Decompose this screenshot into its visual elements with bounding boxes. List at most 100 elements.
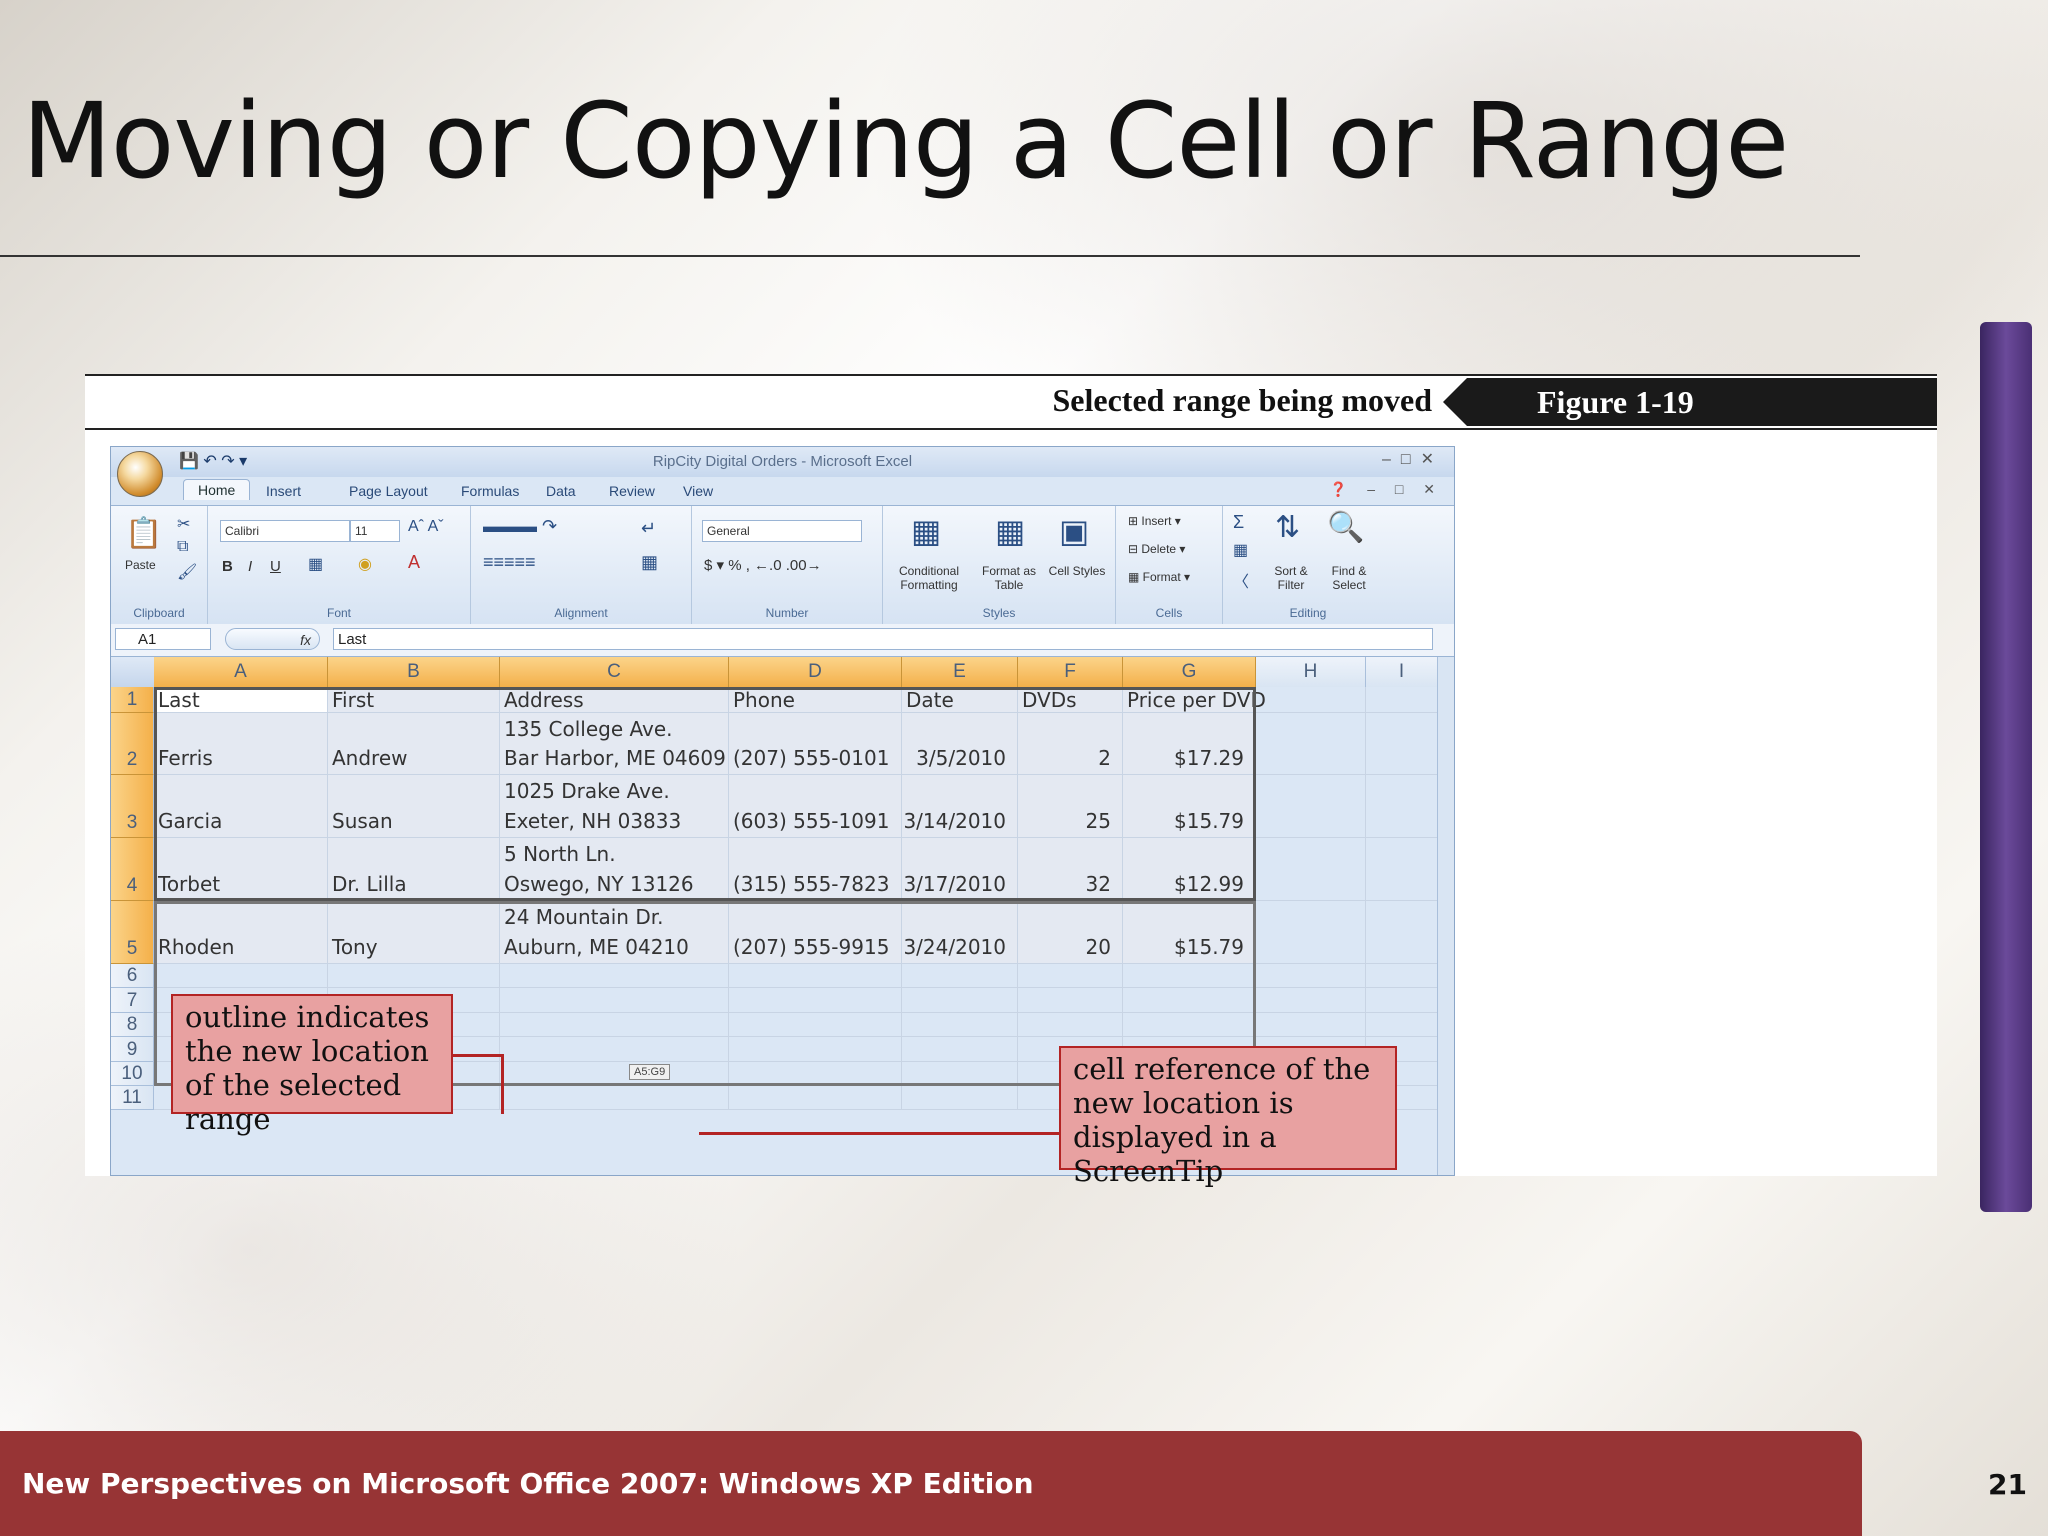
paste-label[interactable]: Paste <box>125 558 156 572</box>
office-button-icon[interactable] <box>117 451 163 497</box>
underline-icon[interactable]: U <box>270 558 281 575</box>
tab-insert[interactable]: Insert <box>266 483 301 499</box>
fill-icon[interactable]: ▦ <box>1233 540 1248 560</box>
align-left-icon[interactable]: ≡≡≡≡≡ <box>483 552 536 573</box>
cell-styles-icon[interactable]: ▣ <box>1059 512 1089 550</box>
window-controls[interactable]: –□✕ <box>1382 449 1444 469</box>
select-all-corner[interactable] <box>111 657 155 687</box>
help-icon[interactable]: ❓ – □ ✕ <box>1330 481 1443 498</box>
number-format-select[interactable]: General <box>702 520 862 542</box>
cell-i8[interactable] <box>1366 1013 1438 1037</box>
group-styles: ▦ ▦ ▣ Conditional Formatting Format as T… <box>883 506 1116 624</box>
insert-function-button[interactable]: fx <box>225 628 320 650</box>
clear-icon[interactable]: 〈 <box>1233 568 1249 592</box>
find-select-icon[interactable]: 🔍 <box>1327 510 1364 545</box>
callout-screentip: cell reference of the new location is di… <box>1059 1046 1397 1188</box>
fill-color-icon[interactable]: ◉ <box>358 554 372 574</box>
find-select-button[interactable]: Find & Select <box>1321 564 1377 592</box>
row-header-6[interactable]: 6 <box>111 964 154 988</box>
cell-e11[interactable] <box>902 1086 1018 1110</box>
cell-h8[interactable] <box>1256 1013 1366 1037</box>
insert-cells-button[interactable]: ⊞ Insert ▾ <box>1128 514 1181 528</box>
cell-h5[interactable] <box>1256 901 1366 964</box>
formula-input[interactable]: Last <box>333 628 1433 650</box>
format-cells-button[interactable]: ▦ Format ▾ <box>1128 570 1190 584</box>
cell-i6[interactable] <box>1366 964 1438 988</box>
column-header-d[interactable]: D <box>729 657 902 687</box>
font-name-select[interactable]: Calibri <box>220 520 350 542</box>
conditional-formatting-button[interactable]: Conditional Formatting <box>889 564 969 592</box>
paste-icon[interactable]: 📋 <box>125 516 162 551</box>
cell-d11[interactable] <box>729 1086 902 1110</box>
cell-i5[interactable] <box>1366 901 1438 964</box>
align-top-icon[interactable]: ▬▬▬ ↷ <box>483 516 557 537</box>
cell-h6[interactable] <box>1256 964 1366 988</box>
cell-i4[interactable] <box>1366 838 1438 901</box>
cell-i3[interactable] <box>1366 775 1438 838</box>
cell-h4[interactable] <box>1256 838 1366 901</box>
column-header-g[interactable]: G <box>1123 657 1256 687</box>
group-label-cells: Cells <box>1155 606 1183 620</box>
column-header-b[interactable]: B <box>328 657 500 687</box>
name-box[interactable]: A1 <box>115 628 211 650</box>
cell-c11[interactable] <box>500 1086 729 1110</box>
merge-center-icon[interactable]: ▦ <box>641 552 658 573</box>
row-header-8[interactable]: 8 <box>111 1013 154 1037</box>
wrap-text-icon[interactable]: ↵ <box>641 518 656 539</box>
tab-review[interactable]: Review <box>609 483 655 499</box>
column-header-e[interactable]: E <box>902 657 1018 687</box>
sort-filter-button[interactable]: Sort & Filter <box>1263 564 1319 592</box>
cell-i7[interactable] <box>1366 988 1438 1013</box>
slide-footer: New Perspectives on Microsoft Office 200… <box>0 1431 1862 1536</box>
delete-cells-button[interactable]: ⊟ Delete ▾ <box>1128 542 1185 556</box>
group-label-styles: Styles <box>982 606 1016 620</box>
font-size-select[interactable]: 11 <box>350 520 400 542</box>
tab-view[interactable]: View <box>683 483 713 499</box>
font-color-icon[interactable]: A <box>408 552 420 573</box>
row-header-3[interactable]: 3 <box>111 775 154 838</box>
column-header-h[interactable]: H <box>1256 657 1366 687</box>
row-header-4[interactable]: 4 <box>111 838 154 901</box>
tab-home[interactable]: Home <box>183 479 251 500</box>
cell-h1[interactable] <box>1256 687 1366 713</box>
grow-font-icon[interactable]: Aˆ Aˇ <box>408 518 444 536</box>
tab-data[interactable]: Data <box>546 483 576 499</box>
figure-label-arrow <box>1443 378 1467 426</box>
row-header-1[interactable]: 1 <box>111 687 154 713</box>
cell-h2[interactable] <box>1256 713 1366 775</box>
group-alignment: ▬▬▬ ↷ ≡≡≡≡≡ ↵ ▦ Alignment <box>471 506 692 624</box>
conditional-formatting-icon[interactable]: ▦ <box>911 512 941 550</box>
row-header-2[interactable]: 2 <box>111 713 154 775</box>
row-header-10[interactable]: 10 <box>111 1062 154 1086</box>
selected-range-outline <box>154 687 1256 901</box>
format-as-table-button[interactable]: Format as Table <box>977 564 1041 592</box>
borders-icon[interactable]: ▦ <box>308 554 323 574</box>
format-painter-icon[interactable]: 🖌 <box>177 562 197 582</box>
sort-filter-icon[interactable]: ⇅ <box>1275 510 1300 545</box>
cell-i1[interactable] <box>1366 687 1438 713</box>
cell-styles-button[interactable]: Cell Styles <box>1047 564 1107 578</box>
cell-h3[interactable] <box>1256 775 1366 838</box>
format-as-table-icon[interactable]: ▦ <box>995 512 1025 550</box>
italic-icon[interactable]: I <box>248 558 252 575</box>
row-header-5[interactable]: 5 <box>111 901 154 964</box>
group-label-editing: Editing <box>1289 606 1327 620</box>
column-header-c[interactable]: C <box>500 657 729 687</box>
bold-icon[interactable]: B <box>222 558 233 575</box>
cell-h7[interactable] <box>1256 988 1366 1013</box>
tab-page-layout[interactable]: Page Layout <box>349 483 428 499</box>
group-font: Calibri 11 Aˆ Aˇ B I U ▦ ◉ A Font <box>208 506 471 624</box>
row-header-11[interactable]: 11 <box>111 1086 154 1110</box>
column-header-i[interactable]: I <box>1366 657 1438 687</box>
column-header-f[interactable]: F <box>1018 657 1123 687</box>
tab-formulas[interactable]: Formulas <box>461 483 519 499</box>
autosum-icon[interactable]: Σ <box>1233 512 1244 533</box>
column-header-a[interactable]: A <box>154 657 328 687</box>
copy-icon[interactable]: ⧉ <box>177 538 188 556</box>
accounting-format-icon[interactable]: $ ▾ % , ←.0 .00→ <box>704 556 822 574</box>
cut-icon[interactable]: ✂ <box>177 514 190 534</box>
row-header-9[interactable]: 9 <box>111 1037 154 1062</box>
row-header-7[interactable]: 7 <box>111 988 154 1013</box>
cell-i2[interactable] <box>1366 713 1438 775</box>
vertical-scrollbar[interactable] <box>1437 657 1454 1175</box>
